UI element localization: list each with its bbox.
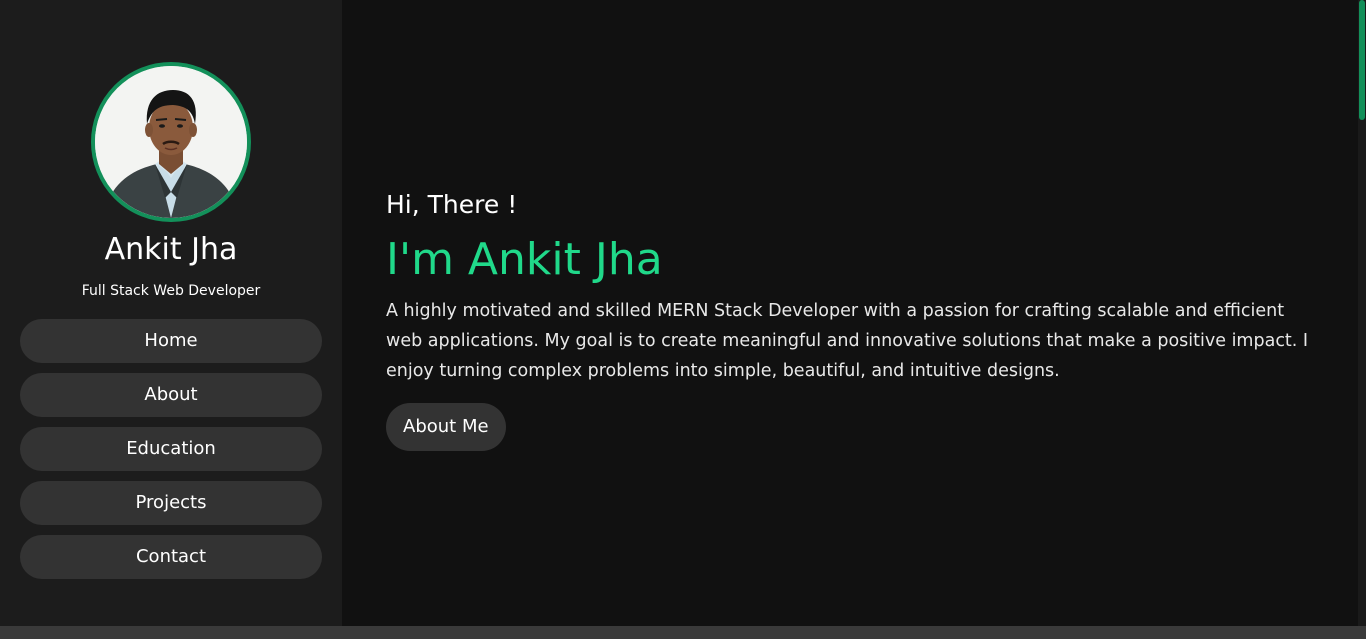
- profile-photo: [95, 66, 247, 218]
- profile-role: Full Stack Web Developer: [81, 283, 261, 299]
- nav-item-education[interactable]: Education: [20, 427, 322, 471]
- hero-intro: A highly motivated and skilled MERN Stac…: [386, 301, 1309, 381]
- sidebar: Ankit Jha Full Stack Web Developer Home …: [0, 0, 342, 626]
- nav-item-about[interactable]: About: [20, 373, 322, 417]
- hero-headline: I'm Ankit Jha: [386, 234, 663, 285]
- vertical-scrollbar-thumb[interactable]: [1359, 0, 1365, 120]
- hero-greeting: Hi, There !: [386, 190, 518, 219]
- nav-item-contact[interactable]: Contact: [20, 535, 322, 579]
- portfolio-page: Ankit Jha Full Stack Web Developer Home …: [0, 0, 1366, 639]
- nav-item-home[interactable]: Home: [20, 319, 322, 363]
- nav-item-projects[interactable]: Projects: [20, 481, 322, 525]
- profile-name: Ankit Jha: [104, 232, 238, 267]
- hero-section: Hi, There ! I'm Ankit Jha A highly motiv…: [342, 0, 1358, 626]
- sidebar-nav: Home About Education Projects Contact: [20, 319, 322, 589]
- vertical-scrollbar[interactable]: [1358, 0, 1366, 626]
- about-me-button[interactable]: About Me: [386, 403, 506, 451]
- horizontal-scrollbar[interactable]: [0, 626, 1366, 639]
- avatar: [91, 62, 251, 222]
